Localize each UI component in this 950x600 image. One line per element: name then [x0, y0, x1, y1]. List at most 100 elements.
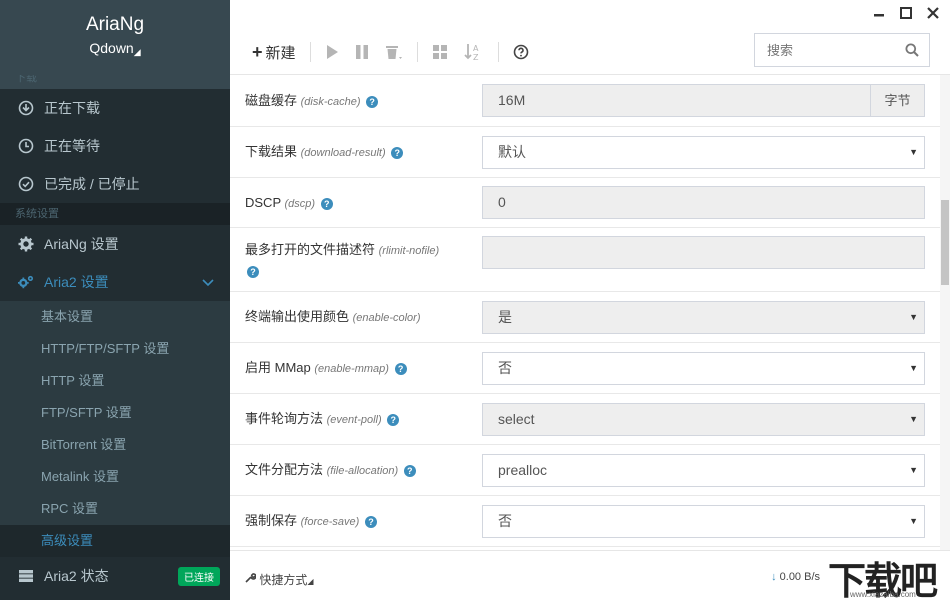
sidebar-item-ariang-settings[interactable]: AriaNg 设置	[0, 225, 230, 263]
gears-icon	[18, 274, 34, 290]
section-header-partial: 下载	[0, 75, 230, 89]
download-circle-icon	[18, 100, 34, 116]
setting-key: (event-poll)	[326, 414, 382, 426]
setting-label-text: 终端输出使用颜色	[245, 309, 350, 324]
dropdown-arrow-icon: ▼	[909, 516, 918, 526]
app-subtitle[interactable]: Qdown◢	[0, 40, 230, 57]
sidebar-subitem-ftp-sftp[interactable]: FTP/SFTP 设置	[0, 397, 230, 429]
sidebar-item-aria2-status[interactable]: Aria2 状态 已连接	[0, 557, 230, 595]
help-icon[interactable]: ?	[403, 464, 416, 477]
search-icon	[905, 43, 919, 60]
app-title: AriaNg	[85, 14, 145, 35]
sidebar-item-aria2-settings[interactable]: Aria2 设置	[0, 263, 230, 301]
event-poll-select[interactable]: select ▼	[482, 403, 925, 436]
setting-key: (disk-cache)	[300, 96, 361, 108]
setting-label: 启用 MMap (enable-mmap) ?	[245, 358, 445, 379]
view-mode-button[interactable]	[424, 38, 456, 66]
close-button[interactable]	[924, 6, 942, 24]
search-box[interactable]	[754, 33, 930, 67]
sidebar-subitem-http[interactable]: HTTP 设置	[0, 365, 230, 397]
setting-key: (force-save)	[300, 516, 360, 528]
setting-label: 事件轮询方法 (event-poll) ?	[245, 409, 445, 430]
section-header-settings: 系统设置	[0, 203, 230, 225]
setting-label-text: 最多打开的文件描述符	[245, 242, 376, 257]
disk-cache-input[interactable]: 16M 字节	[482, 84, 925, 117]
sort-button[interactable]: AZ	[456, 38, 492, 66]
sidebar-item-label: Aria2 设置	[44, 274, 109, 290]
download-speed-value: 0.00 B/s	[779, 571, 820, 583]
help-icon[interactable]: ?	[320, 197, 333, 210]
setting-label: 终端输出使用颜色 (enable-color)	[245, 307, 445, 328]
minimize-button[interactable]	[870, 6, 888, 24]
scrollbar[interactable]	[940, 75, 950, 550]
file-allocation-select[interactable]: prealloc ▼	[482, 454, 925, 487]
sidebar-subitem-bittorrent[interactable]: BitTorrent 设置	[0, 429, 230, 461]
setting-key: (rlimit-nofile)	[378, 245, 440, 257]
sidebar-item-label: 已完成 / 已停止	[44, 176, 140, 192]
setting-key: (download-result)	[300, 147, 386, 159]
caret-icon: ◢	[133, 47, 141, 57]
field-value: 0	[498, 194, 506, 210]
sidebar-subitem-metalink[interactable]: Metalink 设置	[0, 461, 230, 493]
server-icon	[18, 568, 34, 584]
enable-color-select[interactable]: 是 ▼	[482, 301, 925, 334]
wrench-icon	[244, 573, 259, 587]
help-button[interactable]	[505, 38, 537, 66]
setting-row-download-result: 下载结果 (download-result) ? 默认 ▼	[230, 127, 940, 178]
sidebar-subitem-basic[interactable]: 基本设置	[0, 301, 230, 333]
sidebar-subitem-http-ftp-sftp[interactable]: HTTP/FTP/SFTP 设置	[0, 333, 230, 365]
scrollbar-thumb[interactable]	[941, 200, 949, 285]
setting-key: (enable-color)	[352, 312, 421, 324]
dropdown-arrow-icon: ▼	[909, 363, 918, 373]
setting-row-dscp: DSCP (dscp) ? 0	[230, 178, 940, 228]
setting-label-text: 事件轮询方法	[245, 411, 324, 426]
delete-button[interactable]	[377, 38, 411, 66]
caret-icon: ◢	[307, 577, 314, 586]
start-button[interactable]	[317, 38, 347, 66]
shortcut-label: 快捷方式	[259, 573, 308, 587]
toolbar-divider	[309, 42, 311, 62]
sidebar-item-label: 正在下载	[44, 100, 100, 116]
dropdown-arrow-icon: ▼	[909, 414, 918, 424]
help-icon[interactable]: ?	[387, 413, 400, 426]
sidebar-item-label: AriaNg 设置	[44, 236, 119, 252]
rlimit-nofile-input[interactable]	[482, 236, 925, 269]
pause-button[interactable]	[347, 38, 377, 66]
maximize-button[interactable]	[897, 6, 915, 24]
toolbar-divider	[497, 42, 499, 62]
new-task-button[interactable]: + 新建	[244, 38, 304, 66]
setting-row-enable-mmap: 启用 MMap (enable-mmap) ? 否 ▼	[230, 343, 940, 394]
sidebar-subitem-rpc[interactable]: RPC 设置	[0, 493, 230, 525]
sidebar-item-downloading[interactable]: 正在下载	[0, 89, 230, 127]
help-icon[interactable]: ?	[394, 362, 407, 375]
field-value: 是	[498, 309, 512, 325]
window-controls	[830, 0, 950, 30]
sidebar-subitem-advanced[interactable]: 高级设置	[0, 525, 230, 557]
dscp-input[interactable]: 0	[482, 186, 925, 219]
help-icon[interactable]: ?	[247, 265, 259, 278]
setting-row-file-allocation: 文件分配方法 (file-allocation) ? prealloc ▼	[230, 445, 940, 496]
search-input[interactable]	[767, 42, 897, 58]
clock-icon	[18, 138, 34, 154]
dropdown-arrow-icon: ▼	[909, 147, 918, 157]
sidebar-item-waiting[interactable]: 正在等待	[0, 127, 230, 165]
help-icon[interactable]: ?	[391, 146, 404, 159]
download-result-select[interactable]: 默认 ▼	[482, 136, 925, 169]
sidebar-item-stopped[interactable]: 已完成 / 已停止	[0, 165, 230, 203]
force-save-select[interactable]: 否 ▼	[482, 505, 925, 538]
setting-key: (enable-mmap)	[314, 363, 389, 375]
setting-label: 下载结果 (download-result) ?	[245, 142, 445, 163]
footer: 快捷方式◢ ↓ 0.00 B/s 下载吧 www.xiazaiba.com	[230, 550, 950, 600]
trash-icon	[385, 46, 402, 59]
setting-key: (file-allocation)	[326, 465, 399, 477]
shortcut-link[interactable]: 快捷方式◢	[244, 571, 314, 588]
help-icon[interactable]: ?	[364, 515, 377, 528]
setting-key: (dscp)	[284, 198, 316, 210]
unit-label: 字节	[870, 84, 925, 117]
enable-mmap-select[interactable]: 否 ▼	[482, 352, 925, 385]
question-circle-icon	[513, 44, 528, 60]
arrow-down-icon: ↓	[771, 571, 777, 583]
setting-label: 文件分配方法 (file-allocation) ?	[245, 460, 445, 481]
sidebar-item-label: 正在等待	[44, 138, 100, 154]
help-icon[interactable]: ?	[366, 95, 379, 108]
